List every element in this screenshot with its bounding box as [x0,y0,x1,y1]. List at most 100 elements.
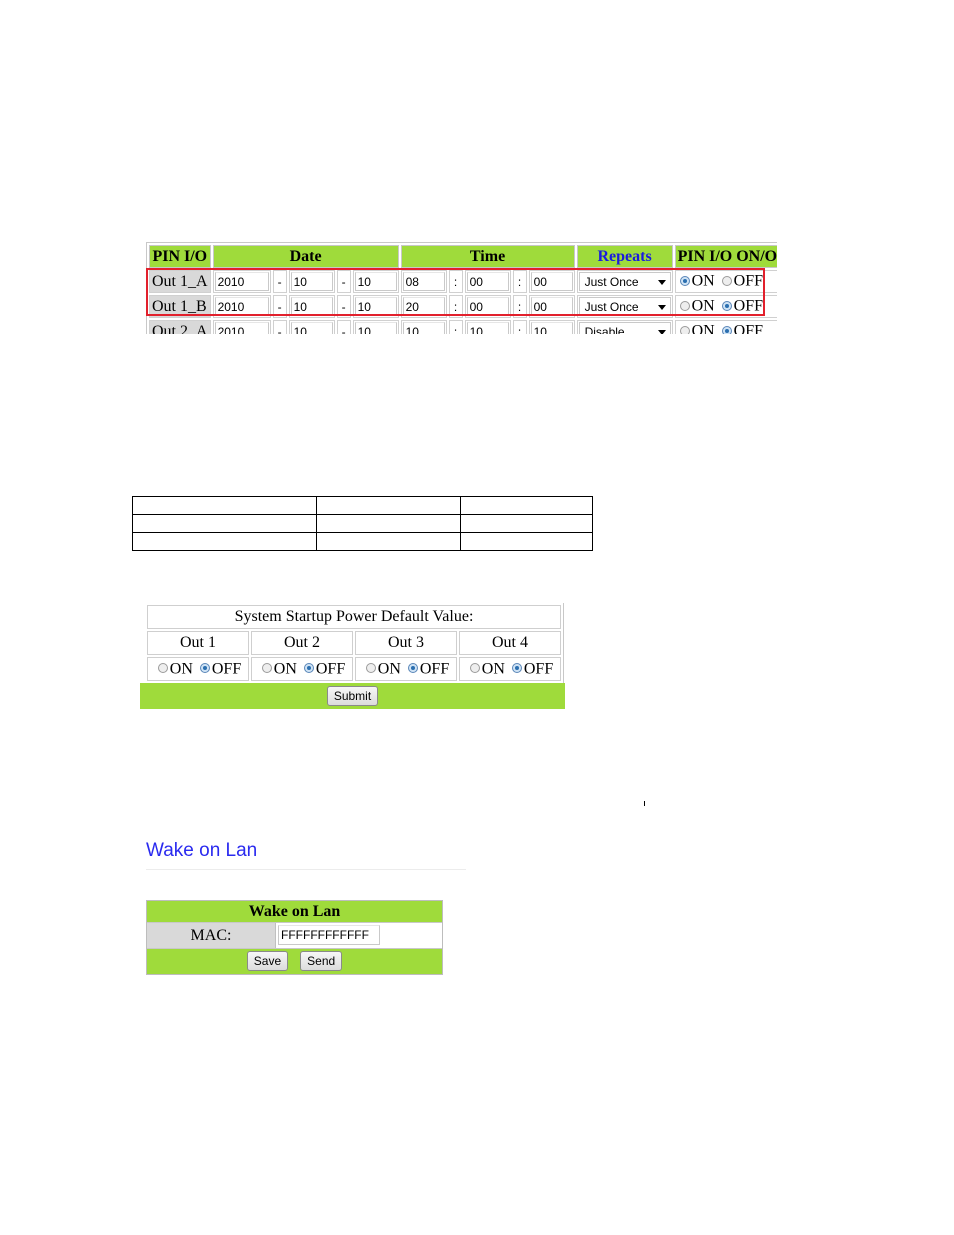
startup-button-bar: Submit [140,683,565,709]
off-label: OFF [315,660,346,678]
hour-input[interactable]: 10 [402,322,445,334]
save-button[interactable]: Save [246,951,289,971]
on-radio[interactable] [679,275,690,286]
on-radio[interactable] [157,663,168,674]
time-separator: : [517,299,522,314]
table-cell [316,514,461,533]
table-cell [460,532,593,551]
month-input[interactable]: 10 [290,322,333,334]
off-radio[interactable] [721,275,732,286]
day-input[interactable]: 10 [354,297,397,316]
wol-button-bar: Save Send [147,949,442,974]
table-cell [316,532,461,551]
on-radio[interactable] [365,663,376,674]
hour-input[interactable]: 20 [402,297,445,316]
table-cell [132,496,317,515]
off-radio[interactable] [303,663,314,674]
out-4-label: Out 4 [459,631,561,655]
date-separator: - [277,299,282,314]
minute-input[interactable]: 00 [466,297,509,316]
out-1-label: Out 1 [147,631,249,655]
year-input[interactable]: 2010 [214,272,269,291]
year-input[interactable]: 2010 [214,322,269,334]
output-radio-group: ON OFF [459,657,561,681]
output-radio-group: ON OFF [147,657,249,681]
on-label: ON [691,297,715,315]
stray-mark [644,801,645,806]
wol-panel-title: Wake on Lan [147,901,442,922]
on-label: ON [481,660,505,678]
on-label: ON [169,660,193,678]
off-label: OFF [733,322,764,334]
on-radio[interactable] [261,663,272,674]
hour-input[interactable]: 08 [402,272,445,291]
date-separator: - [341,299,346,314]
date-separator: - [277,274,282,289]
startup-power-panel: System Startup Power Default Value: Out … [140,603,565,709]
pin-label: Out 2_A [149,320,211,334]
on-label: ON [691,322,715,334]
startup-title: System Startup Power Default Value: [147,605,561,629]
on-label: ON [691,272,715,290]
repeats-value: Disable [584,325,625,334]
schedule-panel: PIN I/O Date Time Repeats PIN I/O ON/OFF… [146,242,777,334]
output-radio-group: ON OFF [251,657,353,681]
schedule-table: PIN I/O Date Time Repeats PIN I/O ON/OFF… [146,242,777,334]
off-radio[interactable] [721,325,732,334]
pin-label: Out 1_B [149,295,211,318]
header-time: Time [400,245,575,268]
table-row [132,532,593,551]
second-input[interactable]: 00 [530,272,573,291]
repeats-select[interactable]: Just Once [578,297,671,316]
send-button[interactable]: Send [300,951,343,971]
submit-button[interactable]: Submit [326,686,379,706]
date-separator: - [341,324,346,335]
out-3-label: Out 3 [355,631,457,655]
repeats-value: Just Once [584,275,639,289]
off-radio[interactable] [511,663,522,674]
empty-table [132,496,593,551]
second-input[interactable]: 00 [530,297,573,316]
header-date: Date [212,245,399,268]
time-separator: : [517,324,522,335]
header-pin-io: PIN I/O [149,245,211,268]
wol-page-title: Wake on Lan [146,840,258,861]
day-input[interactable]: 10 [354,272,397,291]
off-label: OFF [419,660,450,678]
time-separator: : [517,274,522,289]
chevron-down-icon [657,305,666,310]
schedule-row: Out 2_A 2010 - 10 - 10 10 : 10 : 10 Disa… [149,320,777,334]
chevron-down-icon [657,280,666,285]
divider [146,869,466,870]
table-cell [460,514,593,533]
on-radio[interactable] [679,300,690,311]
schedule-row: Out 1_A 2010 - 10 - 10 08 : 00 : 00 Just… [149,270,777,293]
on-radio[interactable] [469,663,480,674]
time-separator: : [453,299,458,314]
off-radio[interactable] [721,300,732,311]
day-input[interactable]: 10 [354,322,397,334]
table-cell [132,514,317,533]
on-radio[interactable] [679,325,690,334]
table-row [132,496,593,515]
schedule-row: Out 1_B 2010 - 10 - 10 20 : 00 : 00 Just… [149,295,777,318]
off-radio[interactable] [407,663,418,674]
header-repeats: Repeats [576,245,673,268]
second-input[interactable]: 10 [530,322,573,334]
off-label: OFF [523,660,554,678]
mac-input[interactable]: FFFFFFFFFFFF [278,925,380,945]
minute-input[interactable]: 10 [466,322,509,334]
time-separator: : [453,274,458,289]
year-input[interactable]: 2010 [214,297,269,316]
month-input[interactable]: 10 [290,297,333,316]
repeats-select[interactable]: Disable [578,322,671,334]
startup-table: System Startup Power Default Value: Out … [145,603,564,683]
month-input[interactable]: 10 [290,272,333,291]
on-label: ON [273,660,297,678]
minute-input[interactable]: 00 [466,272,509,291]
mac-label: MAC: [147,923,276,948]
repeats-select[interactable]: Just Once [578,272,671,291]
off-radio[interactable] [199,663,210,674]
table-cell [460,496,593,515]
on-label: ON [377,660,401,678]
